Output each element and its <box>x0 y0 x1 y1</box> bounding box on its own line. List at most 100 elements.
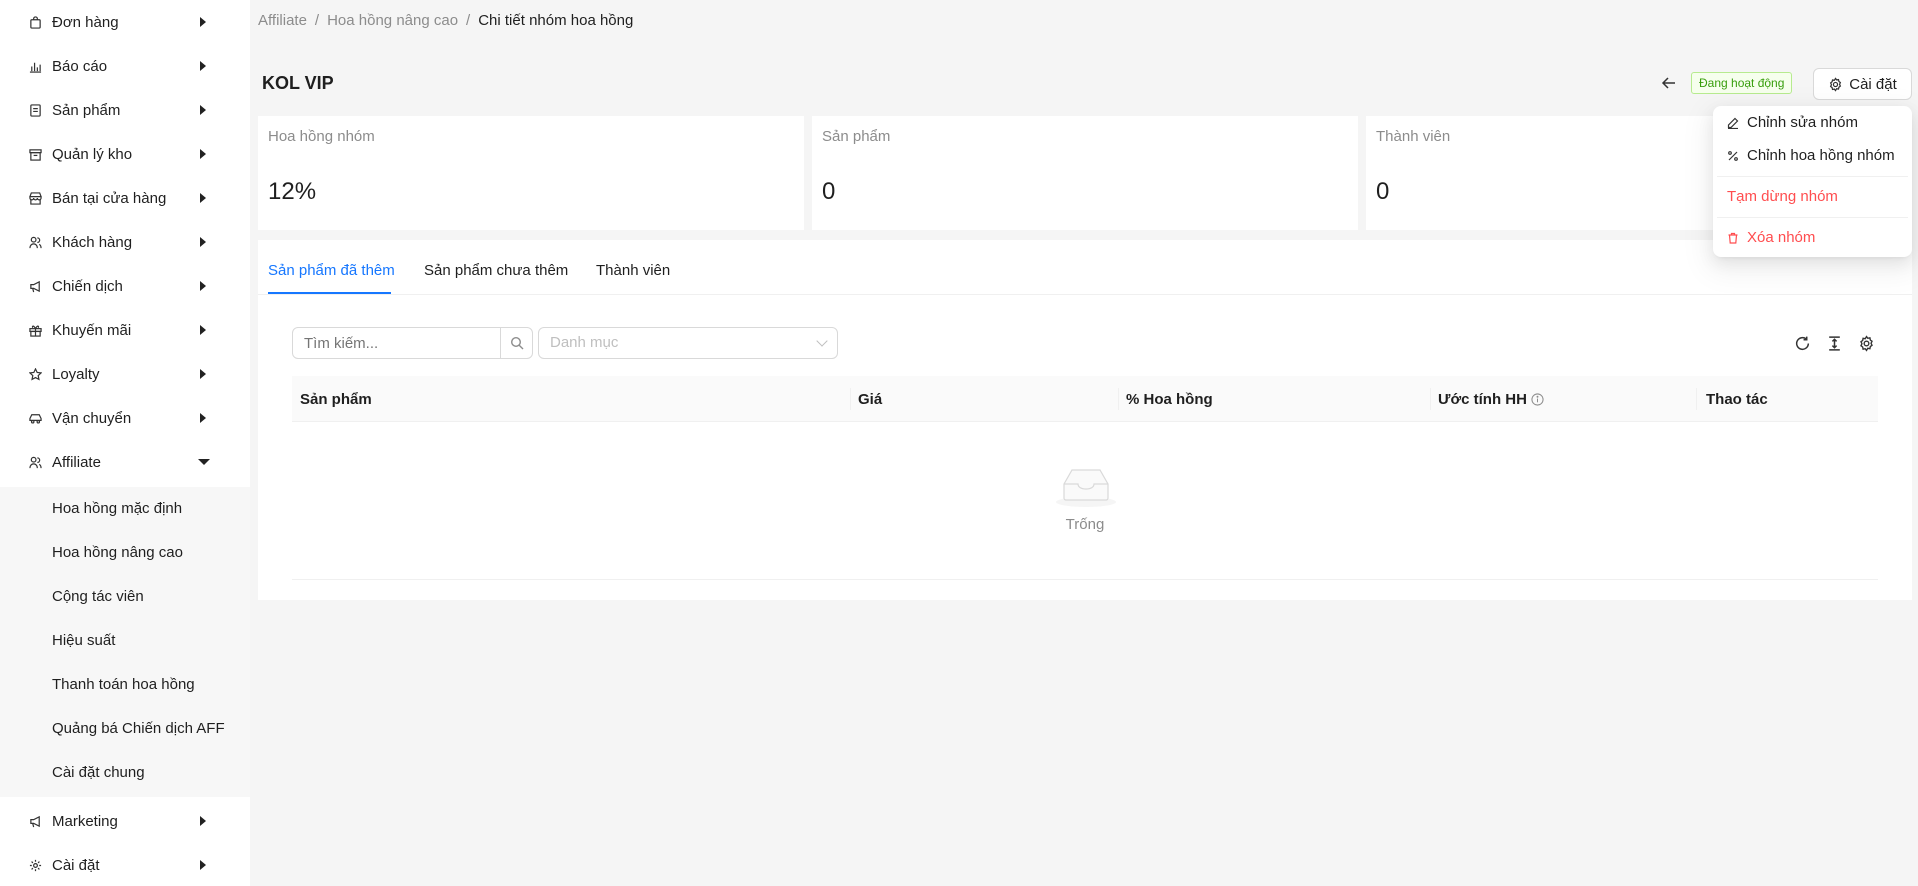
sidebar: Đơn hàng Báo cáo Sản phẩm Quản lý kho Bá… <box>0 0 250 886</box>
warehouse-box-icon <box>28 147 42 161</box>
sidebar-item-label: Loyalty <box>52 365 100 383</box>
megaphone-icon <box>28 814 42 828</box>
stat-value: 12% <box>268 178 317 205</box>
breadcrumb-separator: / <box>314 12 320 29</box>
submenu-item-advanced-commission[interactable]: Hoa hồng nâng cao <box>52 544 183 561</box>
column-header-price: Giá <box>858 391 883 408</box>
sidebar-item-reports[interactable]: Báo cáo <box>0 44 250 88</box>
stat-value: 0 <box>1376 178 1390 205</box>
menu-divider <box>1717 176 1908 177</box>
empty-inbox-icon <box>1054 464 1118 513</box>
sidebar-item-shipping[interactable]: Vận chuyển <box>0 396 250 440</box>
search-button[interactable] <box>500 327 533 359</box>
menu-item-pause-group[interactable]: Tạm dừng nhóm <box>1727 188 1838 205</box>
settings-button[interactable]: Cài đặt <box>1813 68 1912 100</box>
empty-state-text: Trống <box>1065 516 1105 533</box>
column-header-label: Ước tính HH <box>1438 391 1527 408</box>
chevron-right-icon <box>200 413 206 423</box>
chevron-right-icon <box>200 325 206 335</box>
tab-added-products[interactable]: Sản phẩm đã thêm <box>268 262 395 279</box>
column-header-product: Sản phẩm <box>300 391 372 408</box>
active-tab-indicator <box>268 292 391 294</box>
sidebar-item-promotions[interactable]: Khuyến mãi <box>0 308 250 352</box>
submenu-item-default-commission[interactable]: Hoa hồng mặc định <box>52 500 182 517</box>
sidebar-item-label: Sản phẩm <box>52 101 121 119</box>
content-panel: Sản phẩm đã thêm Sản phẩm chưa thêm Thàn… <box>258 240 1912 600</box>
settings-button-label: Cài đặt <box>1849 75 1897 93</box>
sidebar-item-marketing[interactable]: Marketing <box>0 799 250 843</box>
sidebar-item-products[interactable]: Sản phẩm <box>0 88 250 132</box>
sidebar-item-campaigns[interactable]: Chiến dịch <box>0 264 250 308</box>
menu-item-label: Tạm dừng nhóm <box>1727 188 1838 205</box>
column-divider <box>850 388 851 410</box>
refresh-icon[interactable] <box>1792 333 1812 353</box>
column-divider <box>1118 388 1119 410</box>
menu-item-delete-group[interactable]: Xóa nhóm <box>1727 229 1815 246</box>
info-icon[interactable] <box>1531 393 1544 406</box>
trash-icon <box>1727 232 1739 244</box>
chevron-right-icon <box>200 369 206 379</box>
search-input[interactable] <box>292 327 501 359</box>
column-header-estimated-commission: Ước tính HH <box>1438 391 1544 408</box>
submenu-item-commission-payment[interactable]: Thanh toán hoa hồng <box>52 676 195 693</box>
page-title: KOL VIP <box>262 73 334 93</box>
sidebar-item-label: Khách hàng <box>52 233 133 251</box>
gear-icon <box>28 858 42 872</box>
sidebar-item-customers[interactable]: Khách hàng <box>0 220 250 264</box>
submenu-item-general-settings[interactable]: Cài đặt chung <box>52 764 145 781</box>
stat-card-group-commission: Hoa hồng nhóm 12% <box>258 116 804 230</box>
back-arrow-icon[interactable] <box>1660 74 1678 92</box>
submenu-item-aff-campaign-promo[interactable]: Quảng bá Chiến dịch AFF <box>52 720 225 737</box>
menu-item-label: Xóa nhóm <box>1747 229 1816 246</box>
megaphone-icon <box>28 279 42 293</box>
users-icon <box>28 455 42 469</box>
users-icon <box>28 235 42 249</box>
shopping-bag-icon <box>28 15 42 29</box>
menu-item-label: Chỉnh sửa nhóm <box>1747 114 1858 131</box>
search-icon <box>510 336 524 350</box>
breadcrumb-item-affiliate[interactable]: Affiliate <box>258 12 307 29</box>
product-list-icon <box>28 103 42 117</box>
breadcrumb-item-current: Chi tiết nhóm hoa hồng <box>478 12 634 29</box>
submenu-item-performance[interactable]: Hiệu suất <box>52 632 115 649</box>
breadcrumb-item-advanced-commission[interactable]: Hoa hồng nâng cao <box>327 12 458 29</box>
sidebar-item-label: Affiliate <box>52 453 101 471</box>
submenu-item-collaborators[interactable]: Cộng tác viên <box>52 588 144 605</box>
menu-divider <box>1717 217 1908 218</box>
sidebar-item-label: Bán tại cửa hàng <box>52 189 167 207</box>
chevron-right-icon <box>200 816 206 826</box>
tab-unadded-products[interactable]: Sản phẩm chưa thêm <box>424 262 568 279</box>
sidebar-item-affiliate[interactable]: Affiliate <box>0 440 250 484</box>
column-divider <box>1430 388 1431 410</box>
menu-item-edit-group[interactable]: Chỉnh sửa nhóm <box>1727 114 1858 131</box>
sidebar-item-pos[interactable]: Bán tại cửa hàng <box>0 176 250 220</box>
affiliate-submenu: Hoa hồng mặc định Hoa hồng nâng cao Cộng… <box>0 487 250 797</box>
sidebar-item-label: Cài đặt <box>52 856 100 874</box>
stat-label: Hoa hồng nhóm <box>268 128 375 145</box>
tab-bar: Sản phẩm đã thêm Sản phẩm chưa thêm Thàn… <box>258 240 1912 295</box>
tab-members[interactable]: Thành viên <box>596 262 670 279</box>
edit-icon <box>1727 117 1739 129</box>
category-select[interactable]: Danh mục <box>538 327 838 359</box>
star-icon <box>28 367 42 381</box>
chevron-right-icon <box>200 193 206 203</box>
chevron-down-icon <box>198 459 210 465</box>
column-height-icon[interactable] <box>1824 333 1844 353</box>
sidebar-item-label: Khuyến mãi <box>52 321 132 339</box>
chevron-right-icon <box>200 105 206 115</box>
gear-icon[interactable] <box>1856 333 1876 353</box>
column-header-commission-percent: % Hoa hồng <box>1126 391 1213 408</box>
table-bottom-border <box>292 579 1878 580</box>
gift-icon <box>28 323 42 337</box>
status-badge: Đang hoạt động <box>1691 72 1793 94</box>
menu-item-edit-group-commission[interactable]: Chỉnh hoa hồng nhóm <box>1727 147 1895 164</box>
car-icon <box>28 411 42 425</box>
sidebar-item-label: Đơn hàng <box>52 13 119 31</box>
sidebar-item-label: Báo cáo <box>52 57 108 75</box>
sidebar-item-loyalty[interactable]: Loyalty <box>0 352 250 396</box>
sidebar-item-settings[interactable]: Cài đặt <box>0 843 250 886</box>
stat-label: Sản phẩm <box>822 128 891 145</box>
sidebar-item-label: Marketing <box>52 812 118 830</box>
sidebar-item-inventory[interactable]: Quản lý kho <box>0 132 250 176</box>
sidebar-item-orders[interactable]: Đơn hàng <box>0 0 250 44</box>
